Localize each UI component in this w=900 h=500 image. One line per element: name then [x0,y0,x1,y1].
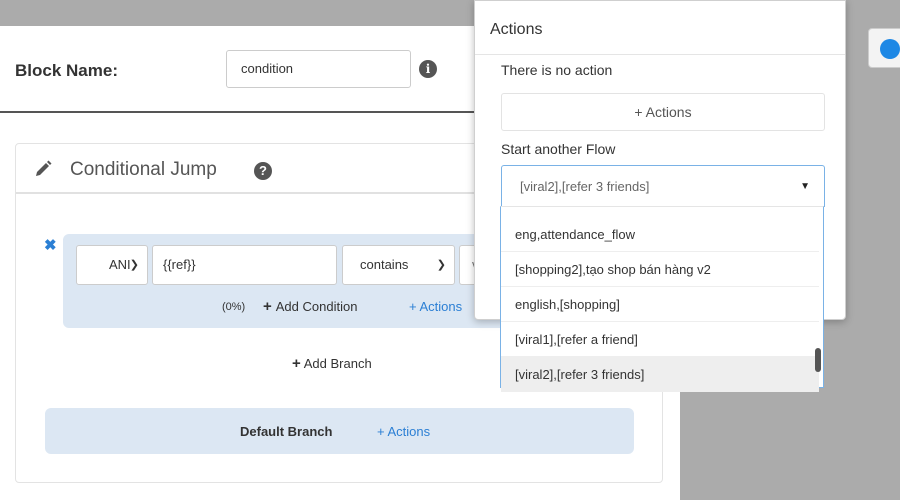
no-action-text: There is no action [501,62,613,78]
start-flow-label: Start another Flow [501,141,616,157]
flow-option-selected[interactable]: [viral2],[refer 3 friends] [501,357,819,392]
add-condition-button[interactable]: + Add Condition [263,298,357,315]
chevron-down-icon: ❯ [129,259,139,271]
logic-select[interactable]: ANI ❯ [76,245,148,285]
condition-percent: (0%) [222,301,246,313]
logic-select-value: ANI [109,257,131,272]
default-branch: Default Branch + Actions [45,408,634,454]
chevron-down-icon: ❯ [436,259,446,271]
add-branch-button[interactable]: + Add Branch [292,355,372,372]
popover-title: Actions [490,21,543,38]
divider [475,54,845,55]
info-icon[interactable]: i [419,60,437,78]
caret-down-icon: ▼ [800,181,810,192]
flow-select-value: [viral2],[refer 3 friends] [520,179,650,194]
variable-input[interactable]: {{ref}} [152,245,337,285]
condition-branch: ANI ❯ {{ref}} contains ❯ v (0%) +Add Con… [63,234,533,328]
plus-icon: + [292,355,301,372]
flow-select[interactable]: [viral2],[refer 3 friends] ▼ [501,165,825,207]
default-branch-actions-link[interactable]: + Actions [377,424,430,439]
add-condition-label: Add Condition [275,299,358,314]
pencil-icon [36,160,52,176]
block-name-input[interactable]: condition [226,50,411,88]
block-name-label: Block Name: [15,61,118,80]
default-branch-label: Default Branch [240,424,333,439]
messenger-icon [880,39,900,59]
conditional-jump-title: Conditional Jump [70,159,217,180]
dropdown-scrollbar[interactable] [815,348,821,372]
operator-select[interactable]: contains ❯ [342,245,455,285]
flow-option[interactable]: english,[shopping] [501,287,819,322]
condition-actions-link[interactable]: + Actions [409,299,462,314]
flow-option[interactable]: eng,attendance_flow [501,217,819,252]
help-icon[interactable]: ? [254,162,272,180]
operator-select-value: contains [360,257,409,272]
add-actions-button[interactable]: + Actions [501,93,825,131]
flow-option[interactable]: [shopping2],tạo shop bán hàng v2 [501,252,819,287]
remove-branch-icon[interactable]: ✖ [44,236,57,254]
flow-dropdown-list: eng,attendance_flow [shopping2],tạo shop… [500,206,824,392]
messenger-button[interactable] [868,28,900,68]
add-branch-label: Add Branch [303,356,372,371]
plus-icon: + [263,298,272,315]
flow-option[interactable]: [viral1],[refer a friend] [501,322,819,357]
